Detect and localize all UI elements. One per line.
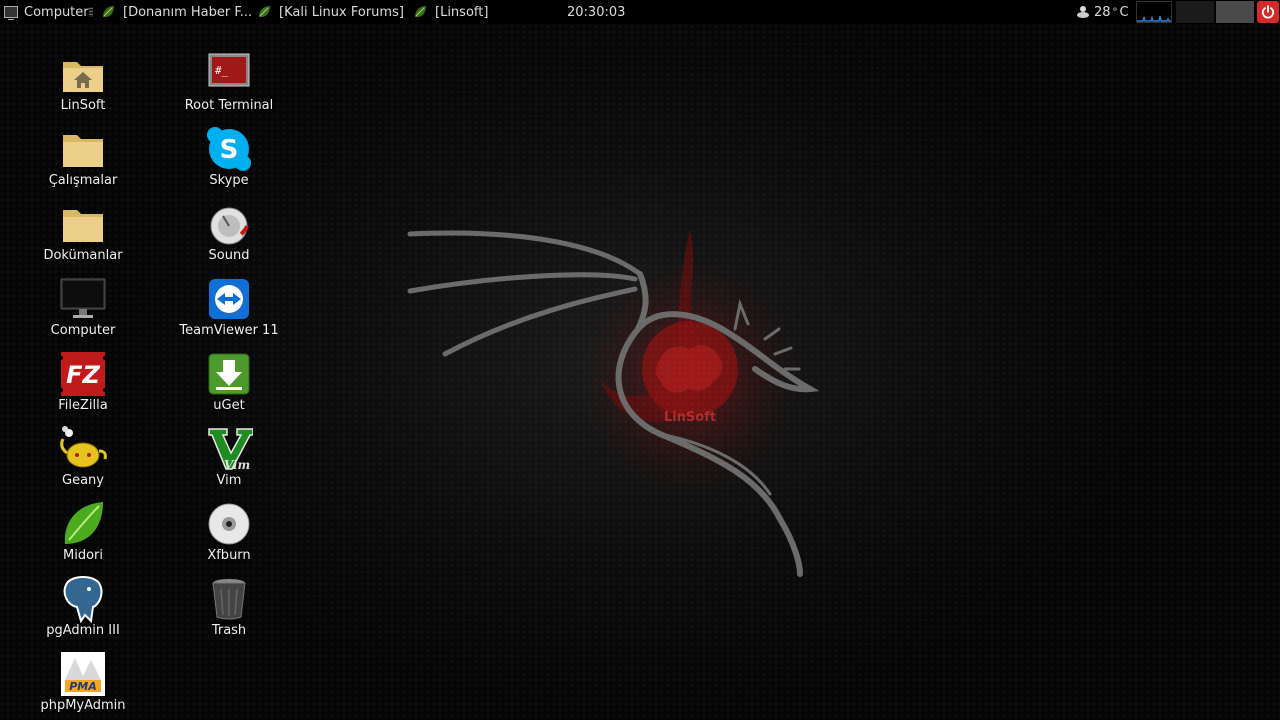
midori-leaf-icon [64, 502, 103, 544]
root-terminal-icon: #_ [208, 53, 250, 87]
filezilla-glyph: FZ [66, 361, 100, 389]
desktop-icon-filezilla[interactable]: FZ FileZilla [23, 350, 143, 413]
kali-dragon-logo: LinSoft [407, 229, 820, 577]
pma-glyph: PMA [69, 680, 97, 693]
trash-can-icon [212, 579, 246, 620]
desktop-icon-linsoft[interactable]: LinSoft [23, 50, 143, 113]
desktop-icon-uget[interactable]: uGet [169, 350, 289, 413]
power-icon [1261, 5, 1275, 19]
desktop-icon-label: Xfburn [207, 548, 251, 563]
desktop-icon-label: Midori [63, 548, 103, 563]
temperature-unit: C [1119, 4, 1129, 20]
desktop-icon-label: pgAdmin III [46, 623, 120, 638]
cpu-graph-line [1137, 15, 1171, 22]
desktop-icon-label: Geany [62, 473, 104, 488]
desktop-icon-geany[interactable]: Geany [23, 425, 143, 488]
midori-leaf-icon [259, 6, 270, 18]
power-button[interactable] [1257, 1, 1279, 23]
desktop-icon-label: Sound [208, 248, 250, 263]
folder-icon [63, 135, 103, 167]
desktop-icon-pgadmin[interactable]: pgAdmin III [23, 575, 143, 638]
desktop-icon-calismalar[interactable]: Çalışmalar [23, 125, 143, 188]
taskbar-item-donanim[interactable]: [Donanım Haber F... [101, 0, 252, 24]
teamviewer-icon [209, 279, 249, 319]
filezilla-icon: FZ [59, 352, 107, 396]
desktop-icon-xfburn[interactable]: Xfburn [169, 500, 289, 563]
weather-applet[interactable]: 28 ° C [1076, 0, 1129, 24]
workspace-2[interactable] [1216, 1, 1254, 23]
desktop-icon-label: uGet [213, 398, 245, 413]
sound-knob-icon [210, 207, 249, 245]
panel-separator [89, 7, 93, 17]
desktop-icon-root-terminal[interactable]: #_ Root Terminal [169, 50, 289, 113]
wallpaper-logo-text: LinSoft [664, 410, 716, 425]
taskbar-item-label: [Donanım Haber F... [123, 4, 253, 20]
postgresql-elephant-icon [63, 576, 103, 623]
panel-clock[interactable]: 20:30:03 [567, 0, 625, 24]
temperature-value: 28 [1094, 4, 1111, 20]
desktop-icon-trash[interactable]: Trash [169, 575, 289, 638]
desktop-icon-skype[interactable]: S Skype [169, 125, 289, 188]
phpmyadmin-icon: PMA [61, 652, 105, 696]
applications-menu-button[interactable]: Computer [4, 0, 89, 24]
geany-teapot-icon [60, 426, 107, 468]
desktop-icon-teamviewer[interactable]: TeamViewer 11 [169, 275, 289, 338]
workspace-1[interactable] [1176, 1, 1214, 23]
desktop-icon-label: Computer [50, 323, 116, 338]
computer-monitor-icon [60, 278, 106, 318]
desktop-icon-label: Çalışmalar [48, 173, 118, 188]
desktop-icon-computer[interactable]: Computer [23, 275, 143, 338]
desktop-icon-midori[interactable]: Midori [23, 500, 143, 563]
desktop-icon-label: phpMyAdmin [40, 698, 126, 713]
cpu-graph[interactable] [1136, 1, 1172, 23]
cd-disc-icon [208, 503, 250, 545]
monitor-icon [4, 6, 18, 20]
taskbar-item-kali-forums[interactable]: [Kali Linux Forums] [257, 0, 404, 24]
skype-icon: S [207, 127, 251, 171]
taskbar-item-label: [Linsoft] [435, 4, 489, 20]
vim-icon: Vim [208, 428, 253, 472]
folder-icon [63, 210, 103, 242]
desktop-icon-dokumanlar[interactable]: Dokümanlar [23, 200, 143, 263]
skype-glyph: S [220, 135, 239, 165]
top-panel: Computer [Donanım Haber F... [Kali Linux… [0, 0, 1280, 24]
desktop-icon-label: Vim [216, 473, 242, 488]
vim-glyph: Vim [224, 458, 250, 472]
uget-download-icon [208, 353, 250, 395]
midori-leaf-icon [103, 6, 114, 18]
desktop-icon-label: FileZilla [58, 398, 108, 413]
degree-symbol: ° [1112, 6, 1118, 18]
weather-cloud-icon [1077, 6, 1089, 18]
desktop-icon-label: TeamViewer 11 [179, 323, 279, 338]
desktop-icon-label: LinSoft [60, 98, 106, 113]
desktop-icon-label: Dokümanlar [43, 248, 123, 263]
desktop-icon-phpmyadmin[interactable]: PMA phpMyAdmin [23, 650, 143, 713]
taskbar-item-linsoft[interactable]: [Linsoft] [413, 0, 488, 24]
desktop-icon-label: Trash [211, 623, 247, 638]
desktop-icon-label: Root Terminal [184, 98, 274, 113]
terminal-glyph: #_ [215, 64, 229, 77]
menu-label: Computer [24, 4, 89, 20]
desktop-icon-vim[interactable]: Vim Vim [169, 425, 289, 488]
midori-leaf-icon [415, 6, 426, 18]
home-folder-icon [63, 62, 103, 92]
desktop-icon-sound[interactable]: Sound [169, 200, 289, 263]
desktop-icon-label: Skype [209, 173, 249, 188]
taskbar-item-label: [Kali Linux Forums] [279, 4, 404, 20]
